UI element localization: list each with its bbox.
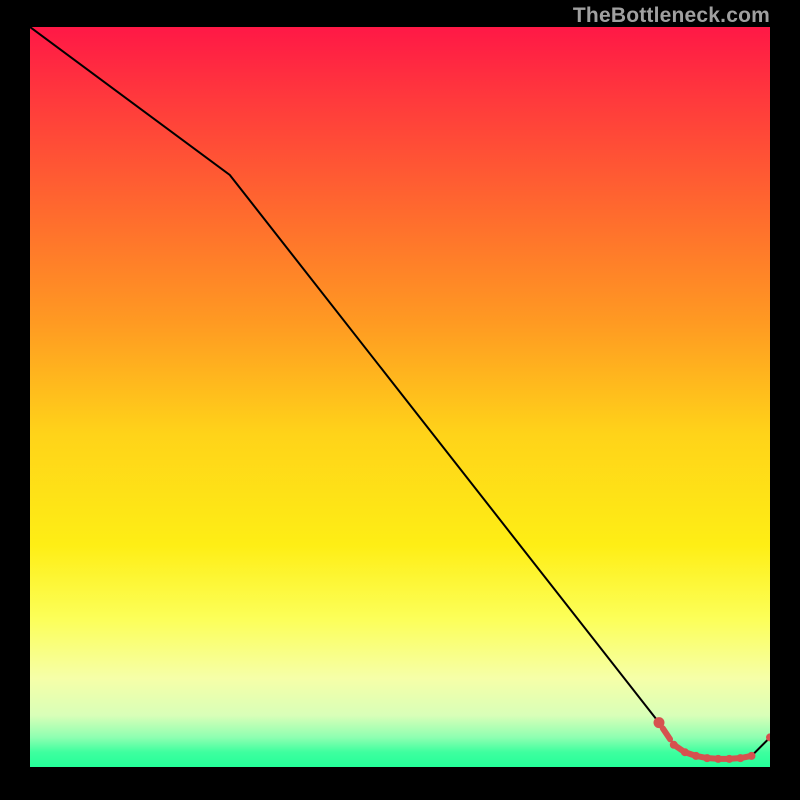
marker-dash xyxy=(699,756,705,757)
line-series xyxy=(30,27,770,759)
marker-series xyxy=(654,717,771,763)
marker-dash xyxy=(677,747,683,751)
chart-area xyxy=(30,27,770,767)
watermark-text: TheBottleneck.com xyxy=(573,4,770,28)
chart-svg xyxy=(30,27,770,767)
bottleneck-curve-line xyxy=(30,27,770,759)
marker-dash xyxy=(688,753,694,755)
marker-dash xyxy=(743,756,749,757)
marker-dash xyxy=(663,728,670,739)
